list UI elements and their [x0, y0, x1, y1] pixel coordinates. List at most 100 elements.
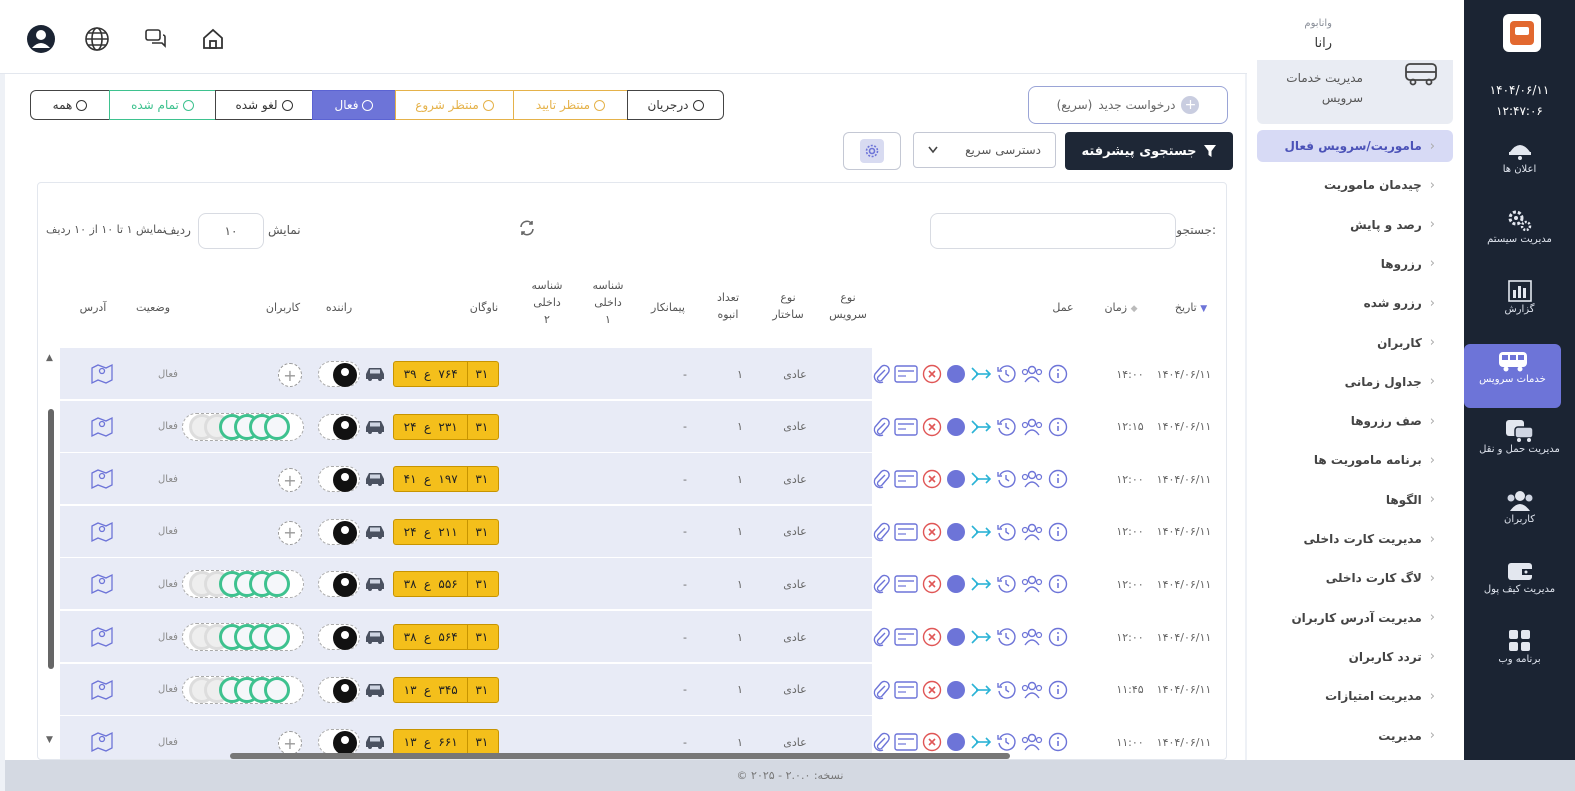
- passengers-icon[interactable]: [1020, 732, 1044, 752]
- search-input[interactable]: [930, 213, 1176, 249]
- col-header-time[interactable]: زمان ◆: [1096, 299, 1146, 318]
- map-icon[interactable]: [90, 521, 114, 547]
- card-icon[interactable]: [894, 628, 918, 646]
- cancel-icon[interactable]: [922, 469, 942, 489]
- transfer-icon[interactable]: [970, 732, 992, 752]
- sidebar-item[interactable]: ‹ کاربران: [1257, 327, 1453, 359]
- transfer-icon[interactable]: [970, 469, 992, 489]
- map-icon[interactable]: [90, 363, 114, 389]
- col-header-status[interactable]: وضعیت: [128, 299, 178, 316]
- status-dot-icon[interactable]: [946, 364, 966, 384]
- history-icon[interactable]: [996, 364, 1016, 384]
- new-request-button[interactable]: + درخواست جدید (سریع): [1028, 86, 1228, 124]
- language-button[interactable]: [82, 24, 112, 54]
- map-icon[interactable]: [90, 468, 114, 494]
- cancel-icon[interactable]: [922, 627, 942, 647]
- transfer-icon[interactable]: [970, 574, 992, 594]
- messages-button[interactable]: [141, 24, 171, 54]
- info-icon[interactable]: [1048, 469, 1068, 489]
- refresh-icon[interactable]: [518, 219, 536, 241]
- attachment-icon[interactable]: [872, 732, 890, 752]
- history-icon[interactable]: [996, 680, 1016, 700]
- col-header-driver[interactable]: راننده: [314, 299, 364, 316]
- users-avatar-group[interactable]: [182, 675, 304, 704]
- transfer-icon[interactable]: [970, 627, 992, 647]
- cancel-icon[interactable]: [922, 680, 942, 700]
- page-length-input[interactable]: ۱۰: [198, 213, 264, 249]
- home-button[interactable]: [198, 24, 228, 54]
- history-icon[interactable]: [996, 574, 1016, 594]
- passengers-icon[interactable]: [1020, 574, 1044, 594]
- info-icon[interactable]: [1048, 522, 1068, 542]
- col-header-inner-id-1[interactable]: شناسه داخلی ۱: [583, 277, 633, 328]
- status-dot-icon[interactable]: [946, 732, 966, 752]
- attachment-icon[interactable]: [872, 574, 890, 594]
- history-icon[interactable]: [996, 469, 1016, 489]
- passengers-icon[interactable]: [1020, 469, 1044, 489]
- table-settings-button[interactable]: [843, 132, 901, 170]
- col-header-date[interactable]: تاریخ ▼: [1156, 299, 1226, 318]
- rail-item-announcement[interactable]: اعلان ها: [1464, 134, 1575, 198]
- col-header-contractor[interactable]: پیمانکار: [640, 299, 696, 316]
- sidebar-item[interactable]: ‹ رزرو شده: [1257, 287, 1453, 319]
- cancel-icon[interactable]: [922, 732, 942, 752]
- transfer-icon[interactable]: [970, 364, 992, 384]
- attachment-icon[interactable]: [872, 364, 890, 384]
- info-icon[interactable]: [1048, 627, 1068, 647]
- status-tab[interactable]: همه: [30, 90, 110, 120]
- passengers-icon[interactable]: [1020, 522, 1044, 542]
- driver-chip[interactable]: [318, 518, 360, 545]
- attachment-icon[interactable]: [872, 469, 890, 489]
- status-dot-icon[interactable]: [946, 680, 966, 700]
- add-user-button[interactable]: +: [278, 520, 302, 545]
- scroll-down-icon[interactable]: ▼: [46, 735, 53, 745]
- driver-chip[interactable]: [318, 571, 360, 598]
- passengers-icon[interactable]: [1020, 417, 1044, 437]
- sidebar-item[interactable]: ‹ الگوها: [1257, 484, 1453, 516]
- rail-item-wallet[interactable]: مدیریت کیف پول: [1464, 554, 1575, 618]
- sidebar-item[interactable]: ‹ مدیریت امتیازات: [1257, 680, 1453, 712]
- map-icon[interactable]: [90, 626, 114, 652]
- map-icon[interactable]: [90, 679, 114, 705]
- sidebar-item[interactable]: ‹ لاگ کارت داخلی: [1257, 562, 1453, 594]
- users-avatar-group[interactable]: [182, 412, 304, 441]
- status-dot-icon[interactable]: [946, 574, 966, 594]
- sidebar-item[interactable]: ‹ مدیریت کارت داخلی: [1257, 523, 1453, 555]
- passengers-icon[interactable]: [1020, 364, 1044, 384]
- card-icon[interactable]: [894, 417, 918, 436]
- passengers-icon[interactable]: [1020, 627, 1044, 647]
- info-icon[interactable]: [1048, 680, 1068, 700]
- transfer-icon[interactable]: [970, 417, 992, 437]
- card-icon[interactable]: [894, 680, 918, 699]
- history-icon[interactable]: [996, 627, 1016, 647]
- card-icon[interactable]: [894, 365, 918, 383]
- driver-chip[interactable]: [318, 624, 360, 650]
- map-icon[interactable]: [90, 416, 114, 442]
- app-logo[interactable]: [1503, 14, 1541, 52]
- cancel-icon[interactable]: [922, 574, 942, 594]
- vertical-scroll-thumb[interactable]: [48, 409, 54, 669]
- rail-item-bus-service[interactable]: خدمات سرویس: [1464, 344, 1561, 408]
- driver-chip[interactable]: [318, 676, 360, 703]
- transfer-icon[interactable]: [970, 522, 992, 542]
- card-icon[interactable]: [894, 575, 918, 594]
- status-tab[interactable]: فعال: [312, 90, 396, 120]
- info-icon[interactable]: [1048, 574, 1068, 594]
- sidebar-item[interactable]: ‹ ماموریت/سرویس فعال: [1257, 130, 1453, 162]
- sidebar-item[interactable]: ‹ چیدمان ماموریت: [1257, 169, 1453, 201]
- driver-chip[interactable]: [318, 413, 360, 440]
- attachment-icon[interactable]: [872, 417, 890, 437]
- col-header-address[interactable]: آدرس: [68, 299, 118, 316]
- map-icon[interactable]: [90, 573, 114, 599]
- sidebar-item[interactable]: ‹ تردد کاربران: [1257, 641, 1453, 673]
- sidebar-item[interactable]: ‹ صف رزروها: [1257, 405, 1453, 437]
- status-dot-icon[interactable]: [946, 469, 966, 489]
- profile-avatar[interactable]: [26, 24, 56, 54]
- col-header-count[interactable]: تعداد انبوه: [703, 289, 753, 323]
- driver-chip[interactable]: [318, 361, 360, 387]
- attachment-icon[interactable]: [872, 627, 890, 647]
- rail-item-web-app[interactable]: برنامه وب: [1464, 624, 1575, 688]
- sidebar-item[interactable]: ‹ مدیریت آدرس کاربران: [1257, 602, 1453, 634]
- rail-item-transport[interactable]: مدیریت حمل و نقل: [1464, 414, 1575, 478]
- rail-item-users[interactable]: کاربران: [1464, 484, 1575, 548]
